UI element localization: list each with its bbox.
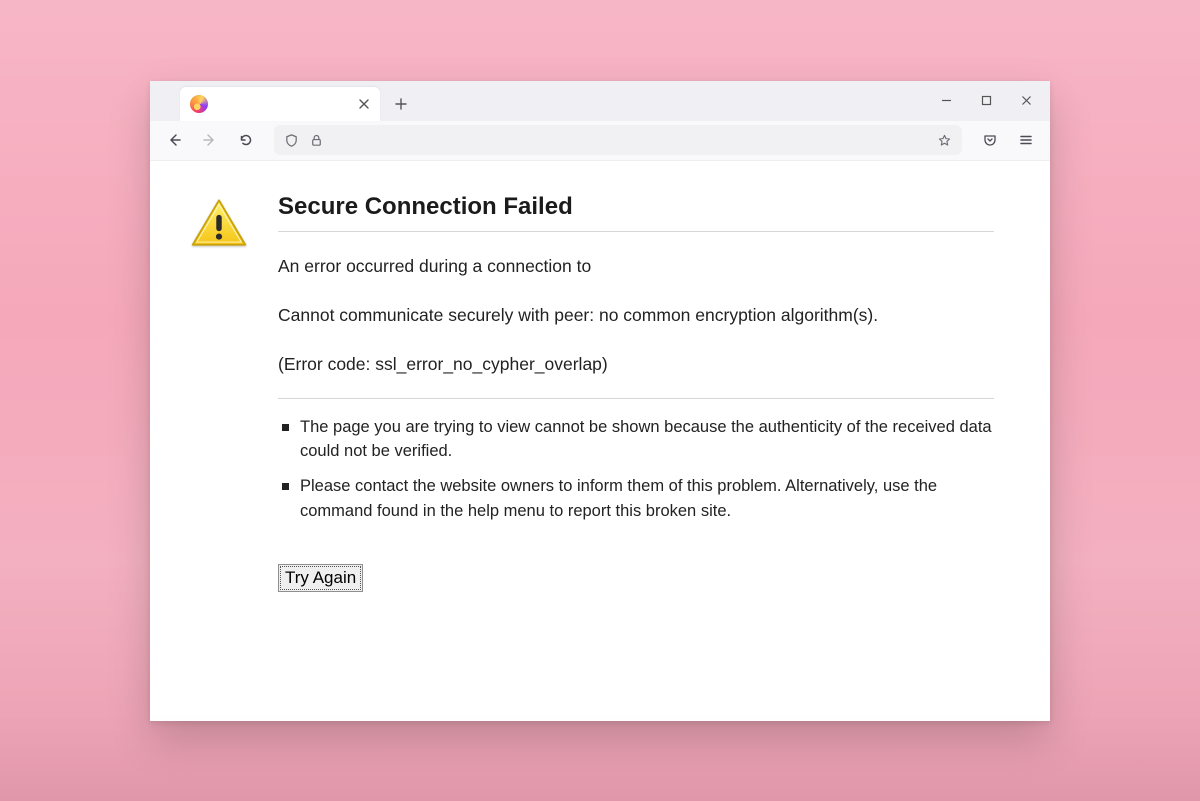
nav-reload-button[interactable] [230,125,262,155]
error-line-1: An error occurred during a connection to [278,254,994,279]
arrow-left-icon [166,132,182,148]
shield-icon [284,133,299,148]
arrow-right-icon [202,132,218,148]
browser-tab[interactable] [180,87,380,121]
nav-forward-button[interactable] [194,125,226,155]
error-heading: Secure Connection Failed [278,193,994,232]
tab-close-button[interactable] [356,96,372,112]
browser-window: Secure Connection Failed An error occurr… [150,81,1050,721]
app-menu-button[interactable] [1010,125,1042,155]
minimize-icon [941,95,952,106]
error-container: Secure Connection Failed An error occurr… [190,193,994,592]
plus-icon [395,98,407,110]
window-controls [926,81,1046,121]
close-icon [1021,95,1032,106]
nav-back-button[interactable] [158,125,190,155]
url-bar[interactable] [274,125,962,155]
error-notes: The page you are trying to view cannot b… [278,415,994,524]
maximize-icon [981,95,992,106]
toolbar [150,121,1050,161]
divider [278,398,994,399]
titlebar [150,81,1050,121]
new-tab-button[interactable] [386,89,416,119]
bookmark-star-icon[interactable] [937,133,952,148]
error-note: Please contact the website owners to inf… [278,474,994,524]
window-maximize-button[interactable] [966,84,1006,118]
window-minimize-button[interactable] [926,84,966,118]
pocket-icon [982,132,998,148]
close-icon [359,99,369,109]
reload-icon [238,132,254,148]
page-content: Secure Connection Failed An error occurr… [150,161,1050,721]
pocket-button[interactable] [974,125,1006,155]
hamburger-icon [1018,132,1034,148]
error-note: The page you are trying to view cannot b… [278,415,994,465]
firefox-favicon-icon [190,95,208,113]
try-again-button[interactable]: Try Again [278,564,363,592]
error-line-2: Cannot communicate securely with peer: n… [278,303,994,328]
window-close-button[interactable] [1006,84,1046,118]
error-code: (Error code: ssl_error_no_cypher_overlap… [278,352,994,377]
lock-icon [309,133,324,148]
error-body: Secure Connection Failed An error occurr… [278,193,994,592]
warning-icon [190,197,250,254]
